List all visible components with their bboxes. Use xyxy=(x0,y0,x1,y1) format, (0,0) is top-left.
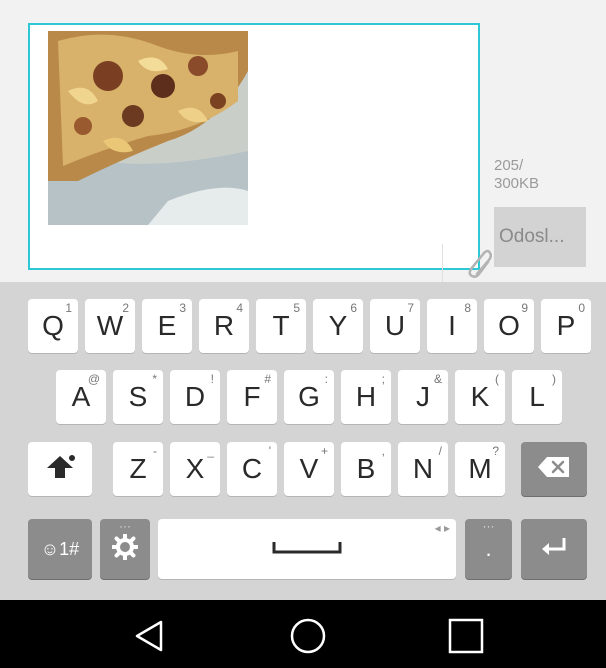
key-m[interactable]: M? xyxy=(455,442,505,496)
key-s[interactable]: S * xyxy=(113,370,163,424)
key-p[interactable]: P0 xyxy=(541,299,591,353)
backspace-key[interactable] xyxy=(521,442,587,496)
key-z[interactable]: Z- xyxy=(113,442,163,496)
home-circle-icon[interactable] xyxy=(286,614,330,658)
shift-icon xyxy=(45,454,75,485)
attached-image-thumbnail[interactable] xyxy=(48,31,248,225)
key-u[interactable]: U7 xyxy=(370,299,420,353)
enter-icon xyxy=(540,536,568,563)
key-o[interactable]: O9 xyxy=(484,299,534,353)
shift-key[interactable] xyxy=(28,442,92,496)
attachment-size-label: 205/ 300KB xyxy=(494,157,540,192)
symbols-key[interactable]: ☺1# xyxy=(28,519,92,579)
compose-area: 205/ 300KB Odosl... xyxy=(0,0,606,282)
gear-icon xyxy=(111,532,139,565)
backspace-icon xyxy=(537,455,571,484)
paperclip-icon[interactable] xyxy=(456,243,498,285)
key-f[interactable]: F # xyxy=(227,370,277,424)
send-button[interactable]: Odosl... xyxy=(494,207,586,267)
key-w[interactable]: W2 xyxy=(85,299,135,353)
key-r[interactable]: R4 xyxy=(199,299,249,353)
key-h[interactable]: H; xyxy=(341,370,391,424)
enter-key[interactable] xyxy=(521,519,587,579)
key-l[interactable]: L) xyxy=(512,370,562,424)
settings-key[interactable]: ··· xyxy=(100,519,150,579)
key-n[interactable]: N / xyxy=(398,442,448,496)
period-key[interactable]: ··· . xyxy=(465,519,512,579)
key-t[interactable]: T5 xyxy=(256,299,306,353)
key-d[interactable]: D! xyxy=(170,370,220,424)
key-i[interactable]: I8 xyxy=(427,299,477,353)
space-key[interactable]: ◂ ▸ xyxy=(158,519,456,579)
on-screen-keyboard: Q1 W2 E3 R4 T5 Y6 U7 I8 O9 P0 A @ S * D! F… xyxy=(0,282,606,600)
message-input-box[interactable] xyxy=(28,23,492,282)
key-e[interactable]: E3 xyxy=(142,299,192,353)
key-j[interactable]: J & xyxy=(398,370,448,424)
key-k[interactable]: K( xyxy=(455,370,505,424)
key-x[interactable]: X _ xyxy=(170,442,220,496)
key-a[interactable]: A @ xyxy=(56,370,106,424)
navigation-bar xyxy=(0,600,606,668)
back-triangle-icon[interactable] xyxy=(128,614,172,658)
key-v[interactable]: V + xyxy=(284,442,334,496)
key-g[interactable]: G: xyxy=(284,370,334,424)
key-y[interactable]: Y6 xyxy=(313,299,363,353)
spacebar-icon xyxy=(272,540,342,559)
key-q[interactable]: Q1 xyxy=(28,299,78,353)
recents-square-icon[interactable] xyxy=(444,614,488,658)
key-c[interactable]: C ' xyxy=(227,442,277,496)
key-b[interactable]: B, xyxy=(341,442,391,496)
attach-divider xyxy=(442,244,443,282)
